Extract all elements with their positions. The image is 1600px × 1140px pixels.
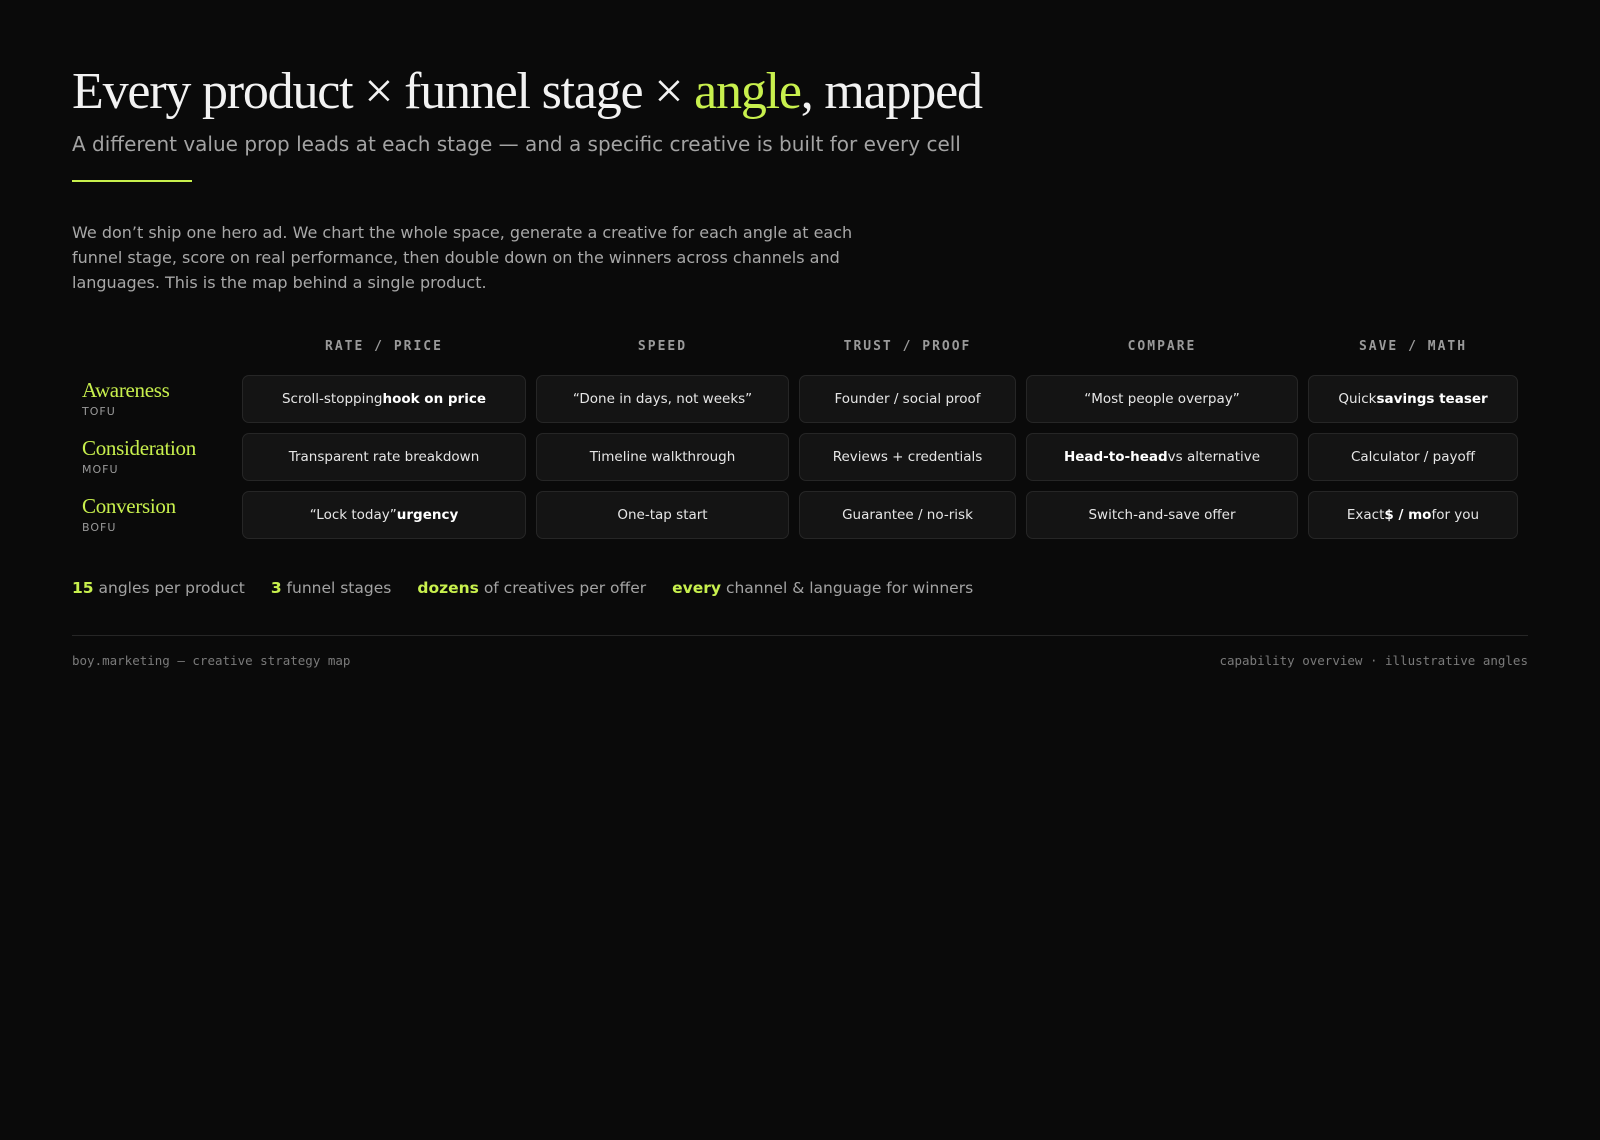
matrix-cell: “Lock today” urgency (242, 491, 526, 539)
cell-text: “Lock today” (309, 507, 397, 523)
matrix-cell: Quick savings teaser (1308, 375, 1518, 423)
cell-text: Calculator / payoff (1350, 449, 1476, 465)
cell-emphasis: $ / mo (1384, 507, 1432, 523)
cell-text: Scroll-stopping (281, 391, 383, 407)
intro-paragraph: We don’t ship one hero ad. We chart the … (72, 223, 853, 292)
stage-label-conversion: Conversion BOFU (72, 491, 242, 539)
footer-credit: boy.marketing — creative strategy map (72, 653, 351, 668)
matrix-row-consideration: Consideration MOFU Transparent rate brea… (72, 433, 1528, 481)
matrix-cell: Reviews + credentials (799, 433, 1016, 481)
column-header-save-math: SAVE / MATH (1358, 338, 1468, 354)
stat-value: 3 (270, 579, 282, 597)
stats-summary: 15 angles per product 3 funnel stages do… (72, 579, 1528, 597)
matrix-cell: Founder / social proof (799, 375, 1016, 423)
stat-creatives: dozens of creatives per offer (417, 579, 646, 597)
title-suffix: , mapped (800, 63, 983, 120)
matrix-cell: “Most people overpay” (1026, 375, 1298, 423)
accent-divider (72, 180, 192, 182)
matrix-cell: One-tap start (536, 491, 789, 539)
title-accent-word: angle (694, 63, 802, 120)
footer-note: capability overview · illustrative angle… (1219, 653, 1528, 668)
cell-emphasis: savings teaser (1376, 391, 1488, 407)
stat-label: funnel stages (281, 579, 392, 597)
matrix-cell: “Done in days, not weeks” (536, 375, 789, 423)
cell-text: One-tap start (617, 507, 708, 523)
cell-emphasis: hook on price (382, 391, 486, 407)
stat-label: of creatives per offer (478, 579, 647, 597)
cell-text: Switch-and-save offer (1088, 507, 1236, 523)
stat-value: dozens (417, 579, 479, 597)
title-prefix: Every product × funnel stage × (72, 63, 695, 120)
cell-text-suffix: for you (1431, 507, 1480, 523)
page: Every product × funnel stage × angle, ma… (0, 0, 1600, 1140)
cell-text: Reviews + credentials (832, 449, 983, 465)
column-header-compare: COMPARE (1127, 338, 1197, 354)
matrix-cell: Guarantee / no-risk (799, 491, 1016, 539)
column-header-speed: SPEED (637, 338, 688, 354)
cell-text: Guarantee / no-risk (842, 507, 973, 523)
cell-text-suffix: vs alternative (1167, 449, 1261, 465)
stage-code: BOFU (82, 521, 117, 534)
stat-funnel-stages: 3 funnel stages (271, 579, 392, 597)
stat-label: angles per product (93, 579, 245, 597)
cell-text: Quick (1338, 391, 1377, 407)
cell-text: Founder / social proof (834, 391, 981, 407)
cell-text: Transparent rate breakdown (288, 449, 480, 465)
page-subtitle: A different value prop leads at each sta… (72, 132, 961, 156)
cell-text: Timeline walkthrough (589, 449, 736, 465)
cell-text: Exact (1346, 507, 1385, 523)
stat-channels: every channel & language for winners (672, 579, 973, 597)
footer-divider (72, 635, 1528, 636)
cell-text: “Done in days, not weeks” (572, 391, 753, 407)
cell-emphasis: urgency (396, 507, 459, 523)
matrix-cell: Timeline walkthrough (536, 433, 789, 481)
matrix-cell: Switch-and-save offer (1026, 491, 1298, 539)
cell-emphasis: Head-to-head (1063, 449, 1168, 465)
cell-text: “Most people overpay” (1084, 391, 1240, 407)
stat-value: 15 (72, 579, 94, 597)
angle-matrix: RATE / PRICE SPEED TRUST / PROOF COMPARE… (72, 331, 1528, 539)
stage-name: Conversion (82, 494, 176, 518)
matrix-row-conversion: Conversion BOFU “Lock today” urgency One… (72, 491, 1528, 539)
stage-label-awareness: Awareness TOFU (72, 375, 242, 423)
matrix-cell: Head-to-head vs alternative (1026, 433, 1298, 481)
column-header-rate-price: RATE / PRICE (325, 338, 443, 354)
stage-label-consideration: Consideration MOFU (72, 433, 242, 481)
column-header-trust-proof: TRUST / PROOF (843, 338, 972, 354)
stat-value: every (672, 579, 722, 597)
stat-angles: 15 angles per product (72, 579, 245, 597)
footer: boy.marketing — creative strategy map ca… (72, 653, 1528, 668)
matrix-cell: Exact $ / mo for you (1308, 491, 1518, 539)
matrix-row-awareness: Awareness TOFU Scroll-stopping hook on p… (72, 375, 1528, 423)
matrix-column-headers: RATE / PRICE SPEED TRUST / PROOF COMPARE… (72, 331, 1528, 361)
stage-code: MOFU (82, 463, 119, 476)
stage-code: TOFU (82, 405, 116, 418)
stat-label: channel & language for winners (721, 579, 974, 597)
stage-name: Awareness (82, 378, 170, 402)
page-title: Every product × funnel stage × angle, ma… (72, 60, 1528, 124)
matrix-cell: Calculator / payoff (1308, 433, 1518, 481)
matrix-cell: Transparent rate breakdown (242, 433, 526, 481)
matrix-cell: Scroll-stopping hook on price (242, 375, 526, 423)
stage-name: Consideration (82, 436, 196, 460)
